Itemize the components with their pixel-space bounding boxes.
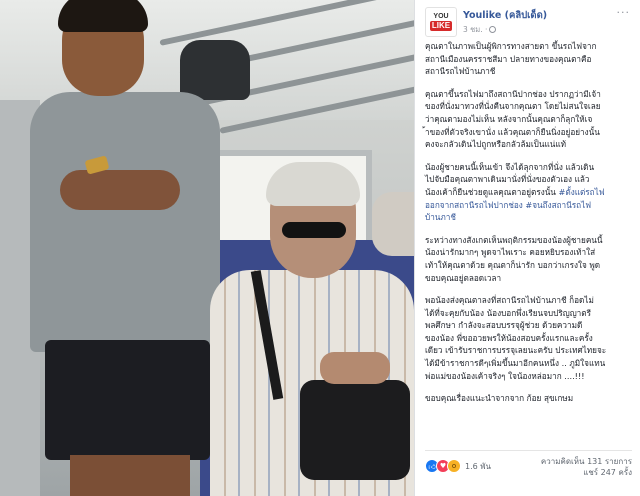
avatar-text-bottom: LIKE — [429, 21, 453, 31]
passenger-right — [372, 192, 414, 256]
page-name-link[interactable]: Youlike (คลิปเด็ด) — [463, 8, 547, 23]
post-photo[interactable] — [0, 0, 414, 496]
post-time[interactable]: 3 ชม. · — [463, 24, 497, 36]
comments-count-link[interactable]: ความคิดเห็น 131 รายการ — [522, 456, 632, 467]
sunglasses — [282, 222, 346, 238]
post-paragraph: ขอบคุณเรื่องแนะนำจากจาก ก้อย สุขเกษม — [425, 393, 574, 404]
reaction-count: 1.6 พัน — [465, 461, 492, 471]
post-paragraph: ระหว่างทางสังเกตเห็นพฤติกรรมของน้องผู้ชา… — [425, 234, 603, 283]
more-options-icon[interactable]: ··· — [617, 6, 631, 19]
post-body: คุณตาในภาพเป็นผู้พิการทางสายตา ขึ้นรถไฟจ… — [425, 40, 632, 405]
shares-count-link[interactable]: แชร์ 247 ครั้ง — [522, 467, 632, 478]
avatar-text-top: YOU — [433, 13, 449, 20]
globe-icon — [489, 26, 497, 33]
post-paragraph: พอน้องส่งคุณตาลงที่สถานีรถไฟบ้านภาชี ก็อ… — [425, 295, 607, 381]
young-man-shorts — [45, 340, 210, 460]
post-paragraph: น้องผู้ชายคนนี้เห็นเข้า จึงได้ลุกจากที่น… — [425, 161, 632, 224]
young-man-shirt — [30, 92, 220, 352]
post-footer: 👍︎ ♥ o 1.6 พัน ความคิดเห็น 131 รายการ แช… — [425, 450, 632, 481]
post-panel: YOU LIKE Youlike (คลิปเด็ด) 3 ชม. · ··· … — [414, 0, 640, 496]
post-paragraph: คุณตาขึ้นรถไฟมาถึงสถานีปากช่อง ปรากฏว่าม… — [425, 88, 601, 150]
wow-reaction-icon: o — [447, 459, 461, 473]
young-man-hair — [58, 0, 148, 32]
old-man-hands — [320, 352, 390, 384]
post-paragraph: คุณตาในภาพเป็นผู้พิการทางสายตา ขึ้นรถไฟจ… — [425, 41, 597, 77]
page-avatar[interactable]: YOU LIKE — [425, 7, 457, 37]
reactions-summary[interactable]: 👍︎ ♥ o 1.6 พัน — [425, 459, 491, 473]
old-man-bag — [300, 380, 410, 480]
post-time-text: 3 ชม. · — [463, 25, 488, 34]
rack-bag — [180, 40, 250, 100]
post-header: YOU LIKE Youlike (คลิปเด็ด) 3 ชม. · ··· — [425, 0, 632, 40]
post-stats: ความคิดเห็น 131 รายการ แชร์ 247 ครั้ง — [522, 456, 632, 478]
young-man-arms — [60, 170, 180, 210]
young-man-legs — [70, 455, 190, 496]
old-man-hair — [266, 162, 360, 206]
